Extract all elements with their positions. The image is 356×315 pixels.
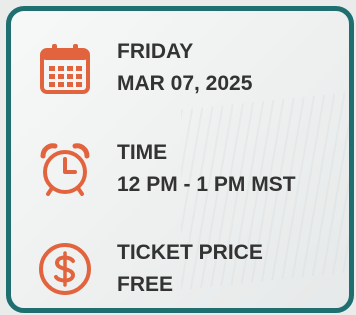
dollar-coin-icon xyxy=(39,243,91,295)
date-value: MAR 07, 2025 xyxy=(117,72,253,95)
time-text: TIME 12 PM - 1 PM MST xyxy=(117,137,296,201)
price-label: TICKET PRICE xyxy=(117,241,263,264)
time-value: 12 PM - 1 PM MST xyxy=(117,173,296,196)
time-label: TIME xyxy=(117,141,168,164)
date-row: FRIDAY MAR 07, 2025 xyxy=(37,36,252,100)
price-value: FREE xyxy=(117,273,174,296)
time-row: TIME 12 PM - 1 PM MST xyxy=(37,137,296,201)
event-info-card: FRIDAY MAR 07, 2025 TIME 12 PM - 1 PM MS… xyxy=(6,6,354,313)
date-day: FRIDAY xyxy=(117,40,194,63)
price-row: TICKET PRICE FREE xyxy=(37,237,263,301)
alarm-clock-icon xyxy=(40,143,90,196)
date-text: FRIDAY MAR 07, 2025 xyxy=(117,36,252,100)
calendar-icon xyxy=(40,44,90,94)
price-text: TICKET PRICE FREE xyxy=(117,237,263,301)
